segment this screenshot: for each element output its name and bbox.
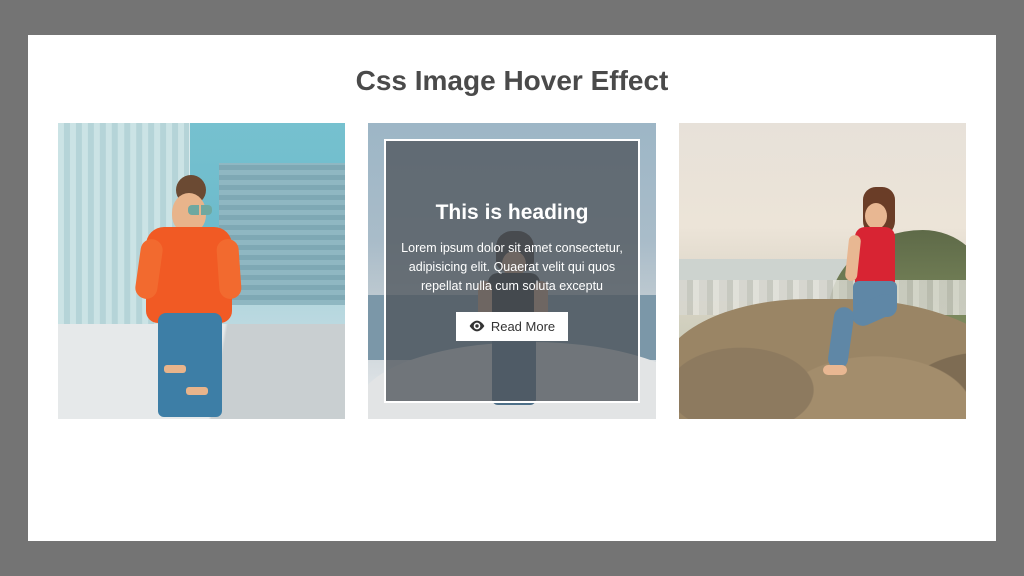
card-grid: This is heading Lorem ipsum dolor sit am… [58,123,966,419]
person-figure [128,181,248,419]
page-title: Css Image Hover Effect [58,65,966,97]
read-more-label: Read More [491,319,555,334]
hover-overlay: This is heading Lorem ipsum dolor sit am… [384,139,639,403]
read-more-button[interactable]: Read More [456,312,568,341]
overlay-heading: This is heading [436,201,589,225]
image-card-hovered[interactable]: This is heading Lorem ipsum dolor sit am… [368,123,655,419]
image-card[interactable] [679,123,966,419]
person-figure [829,189,939,399]
overlay-text: Lorem ipsum dolor sit amet consectetur, … [400,239,623,295]
image-card[interactable] [58,123,345,419]
demo-frame: Css Image Hover Effect This is heading L… [28,35,996,541]
eye-icon [469,320,485,332]
